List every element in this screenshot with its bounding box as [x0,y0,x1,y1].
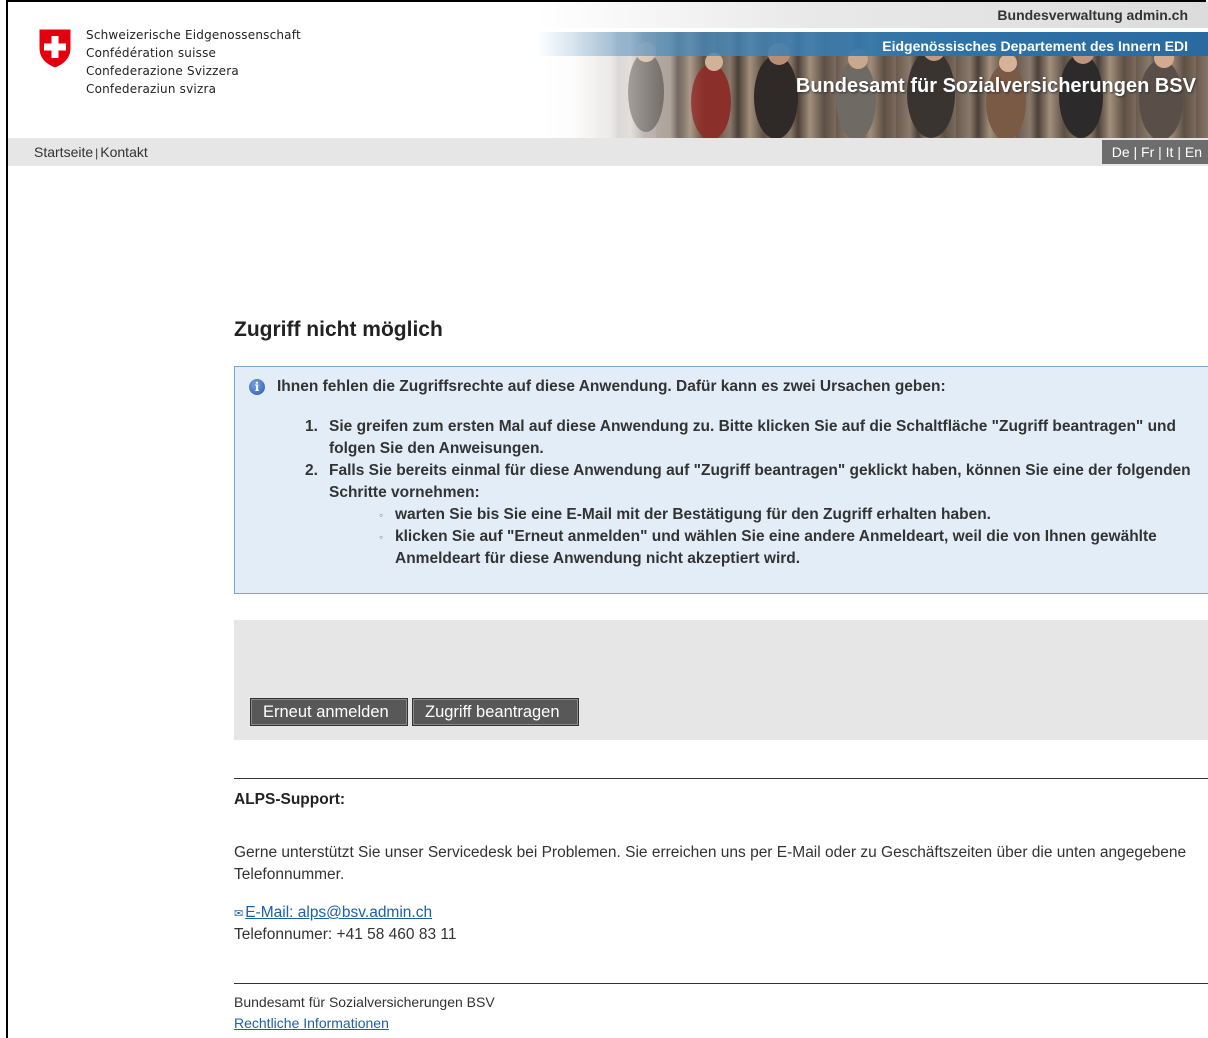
lang-separator: | [1158,144,1162,160]
reason-text: Falls Sie bereits einmal für diese Anwen… [329,462,1191,501]
button-area: Erneut anmelden Zugriff beantragen [234,620,1208,740]
reason-number: 1. [305,418,318,435]
header-banner: Bundesverwaltung admin.ch Eidgenössische… [536,2,1208,138]
confederation-name-rm: Confederaziun svizra [86,82,217,96]
confederation-name-it: Confederazione Svizzera [86,64,239,78]
support-email-link[interactable]: E-Mail: alps@bsv.admin.ch [245,904,432,921]
header: Schweizerische Eidgenossenschaft Confédé… [8,2,1208,138]
legal-info-link[interactable]: Rechtliche Informationen [234,1015,389,1031]
nav-home-link[interactable]: Startseite [34,144,93,160]
email-line: ✉ E-Mail: alps@bsv.admin.ch [234,904,432,922]
lang-de[interactable]: De [1112,144,1130,160]
lang-separator: | [1177,144,1181,160]
reason-item: 2. Falls Sie bereits einmal für diese An… [305,460,1195,570]
nav-bar: Startseite | Kontakt De | Fr | It | En [8,138,1208,166]
request-access-button[interactable]: Zugriff beantragen [412,698,579,726]
support-phone: Telefonnumer: +41 58 460 83 11 [234,926,457,943]
reason-item: 1. Sie greifen zum ersten Mal auf diese … [305,416,1195,460]
lang-separator: | [1133,144,1138,160]
nav-links: Startseite | Kontakt [34,144,148,160]
lang-it[interactable]: It [1166,144,1174,160]
nav-separator: | [95,146,99,160]
support-text: Gerne unterstützt Sie unser Servicedesk … [234,844,1187,883]
reasons-list: 1. Sie greifen zum ersten Mal auf diese … [305,416,1195,570]
department-name[interactable]: Eidgenössisches Departement des Innern E… [882,38,1188,54]
steps-list: ◦ warten Sie bis Sie eine E-Mail mit der… [329,504,1195,570]
footer-office-name: Bundesamt für Sozialversicherungen BSV [234,994,495,1010]
relogin-button[interactable]: Erneut anmelden [250,698,408,726]
page-title: Zugriff nicht möglich [234,318,443,341]
lang-en[interactable]: En [1185,144,1202,160]
confederation-names: Schweizerische Eidgenossenschaft Confédé… [86,26,301,98]
divider [234,983,1208,984]
info-box: i Ihnen fehlen die Zugriffsrechte auf di… [234,366,1208,594]
circle-bullet-icon: ◦ [379,508,384,522]
swiss-coat-of-arms-logo[interactable] [36,26,74,70]
reason-number: 2. [305,462,318,479]
lang-fr[interactable]: Fr [1141,144,1154,160]
nav-contact-link[interactable]: Kontakt [100,144,147,160]
step-text: klicken Sie auf "Erneut anmelden" und wä… [395,528,1157,567]
info-icon: i [249,379,265,395]
support-title: ALPS-Support: [234,791,346,808]
circle-bullet-icon: ◦ [379,530,384,544]
admin-ch-link[interactable]: Bundesverwaltung admin.ch [997,7,1188,23]
envelope-icon: ✉ [234,908,244,920]
reason-text: Sie greifen zum ersten Mal auf diese Anw… [329,418,1176,457]
step-item: ◦ warten Sie bis Sie eine E-Mail mit der… [379,504,1195,526]
page: Schweizerische Eidgenossenschaft Confédé… [6,0,1208,1038]
step-item: ◦ klicken Sie auf "Erneut anmelden" und … [379,526,1195,570]
divider [234,778,1208,779]
office-name[interactable]: Bundesamt für Sozialversicherungen BSV [796,75,1196,98]
info-intro: Ihnen fehlen die Zugriffsrechte auf dies… [277,378,946,395]
step-text: warten Sie bis Sie eine E-Mail mit der B… [395,506,991,523]
confederation-name-de: Schweizerische Eidgenossenschaft [86,28,301,42]
language-switcher: De | Fr | It | En [1101,140,1208,164]
confederation-name-fr: Confédération suisse [86,46,217,60]
